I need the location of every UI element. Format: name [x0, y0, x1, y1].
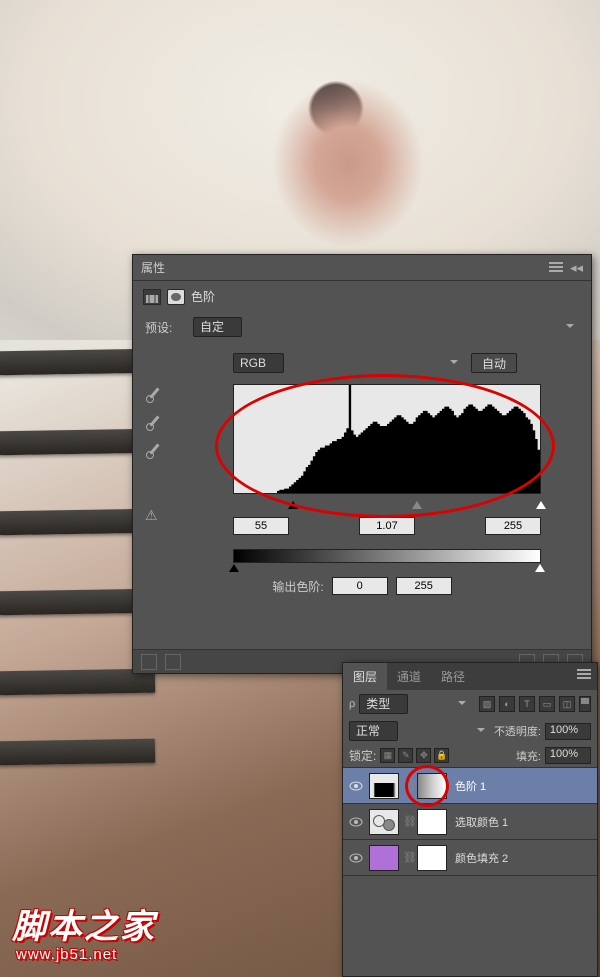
watermark: 脚本之家 www.jb51.net [12, 899, 156, 963]
layer-row-levels[interactable]: ⛓ 色阶 1 [343, 768, 597, 804]
layers-filter-bar: ρ 类型 ▧ ◐ T ▭ ◫ [343, 690, 597, 718]
tab-paths[interactable]: 路径 [431, 663, 475, 690]
fence-decoration [0, 310, 145, 770]
blend-mode-row: 正常 不透明度: 100% [343, 718, 597, 744]
watermark-title: 脚本之家 [12, 899, 156, 948]
layer-name[interactable]: 颜色填充 2 [455, 850, 508, 866]
preset-label: 预设: [145, 319, 185, 336]
layer-thumb-fill [369, 845, 399, 871]
input-sliders [233, 496, 541, 509]
preset-select[interactable]: 自定 [193, 317, 242, 337]
layer-row-color-fill[interactable]: ⛓ 颜色填充 2 [343, 840, 597, 876]
layer-mask-thumb[interactable] [417, 773, 447, 799]
output-label: 输出色阶: [272, 578, 323, 595]
eye-icon[interactable] [347, 849, 365, 867]
output-low-slider[interactable] [229, 559, 239, 572]
layer-thumb-levels [369, 773, 399, 799]
input-highlight-field[interactable] [485, 517, 541, 535]
opacity-label: 不透明度: [494, 723, 541, 739]
levels-icon [143, 289, 161, 305]
output-low-field[interactable] [332, 577, 388, 595]
histogram-chart [233, 384, 541, 494]
output-high-slider[interactable] [535, 559, 545, 572]
layers-menu-icon[interactable] [577, 669, 591, 679]
panel-close-icon[interactable]: ◂◂ [570, 260, 583, 275]
highlight-slider[interactable] [536, 496, 546, 509]
layer-name[interactable]: 选取颜色 1 [455, 814, 508, 830]
midtone-slider[interactable] [412, 496, 422, 509]
eye-icon[interactable] [347, 813, 365, 831]
link-icon[interactable]: ⛓ [403, 815, 413, 828]
view-previous-icon[interactable] [165, 654, 181, 670]
input-midtone-field[interactable] [359, 517, 415, 535]
shadow-slider[interactable] [288, 496, 298, 509]
eye-icon[interactable] [347, 777, 365, 795]
tab-layers[interactable]: 图层 [343, 663, 387, 690]
layers-panel: 图层 通道 路径 ρ 类型 ▧ ◐ T ▭ ◫ 正常 不透明度: 100% 锁定… [342, 662, 598, 977]
link-icon[interactable]: ⛓ [403, 779, 413, 792]
eyedropper-tools [145, 385, 163, 459]
properties-panel: 属性 ◂◂ 色阶 预设: 自定 RGB 自动 ⚠ [132, 254, 592, 674]
input-shadow-field[interactable] [233, 517, 289, 535]
opacity-input[interactable]: 100% [545, 723, 591, 740]
lock-transparency-icon[interactable]: ▦ [380, 748, 395, 763]
channel-select[interactable]: RGB [233, 353, 284, 373]
output-gradient [233, 549, 541, 563]
panel-title: 属性 [141, 259, 165, 276]
lock-all-icon[interactable]: 🔒 [434, 748, 449, 763]
histogram-area [233, 384, 541, 509]
lock-pixels-icon[interactable]: ✎ [398, 748, 413, 763]
lock-row: 锁定: ▦ ✎ ✥ 🔒 填充: 100% [343, 744, 597, 767]
layer-row-selective-color[interactable]: ⛓ 选取颜色 1 [343, 804, 597, 840]
mask-icon[interactable] [167, 289, 185, 305]
watermark-url: www.jb51.net [12, 946, 156, 963]
filter-smart-icon[interactable]: ◫ [559, 696, 575, 712]
auto-button[interactable]: 自动 [471, 353, 517, 373]
kind-filter-select[interactable]: 类型 [359, 694, 408, 714]
filter-pixel-icon[interactable]: ▧ [479, 696, 495, 712]
eyedropper-white-icon[interactable] [145, 441, 163, 459]
adjustment-header: 色阶 [133, 281, 591, 312]
panel-header: 属性 ◂◂ [133, 255, 591, 281]
layer-mask-thumb[interactable] [417, 845, 447, 871]
fill-input[interactable]: 100% [545, 747, 591, 764]
lock-position-icon[interactable]: ✥ [416, 748, 431, 763]
layer-list: ⛓ 色阶 1 ⛓ 选取颜色 1 ⛓ 颜色填充 2 [343, 767, 597, 876]
lock-label: 锁定: [349, 747, 376, 764]
link-icon[interactable]: ⛓ [403, 851, 413, 864]
layers-tabs: 图层 通道 路径 [343, 663, 597, 690]
panel-menu-icon[interactable] [549, 262, 563, 272]
layer-thumb-selective [369, 809, 399, 835]
eyedropper-black-icon[interactable] [145, 385, 163, 403]
adjustment-type-label: 色阶 [191, 288, 215, 305]
filter-shape-icon[interactable]: ▭ [539, 696, 555, 712]
filter-type-icon[interactable]: T [519, 696, 535, 712]
eyedropper-gray-icon[interactable] [145, 413, 163, 431]
layer-name[interactable]: 色阶 1 [455, 778, 486, 794]
output-high-field[interactable] [396, 577, 452, 595]
filter-toggle[interactable] [579, 696, 591, 712]
filter-adjust-icon[interactable]: ◐ [499, 696, 515, 712]
clip-to-layer-icon[interactable] [141, 654, 157, 670]
warning-icon[interactable]: ⚠ [145, 507, 158, 524]
fill-label: 填充: [516, 748, 541, 764]
layer-mask-thumb[interactable] [417, 809, 447, 835]
tab-channels[interactable]: 通道 [387, 663, 431, 690]
blend-mode-select[interactable]: 正常 [349, 721, 398, 741]
